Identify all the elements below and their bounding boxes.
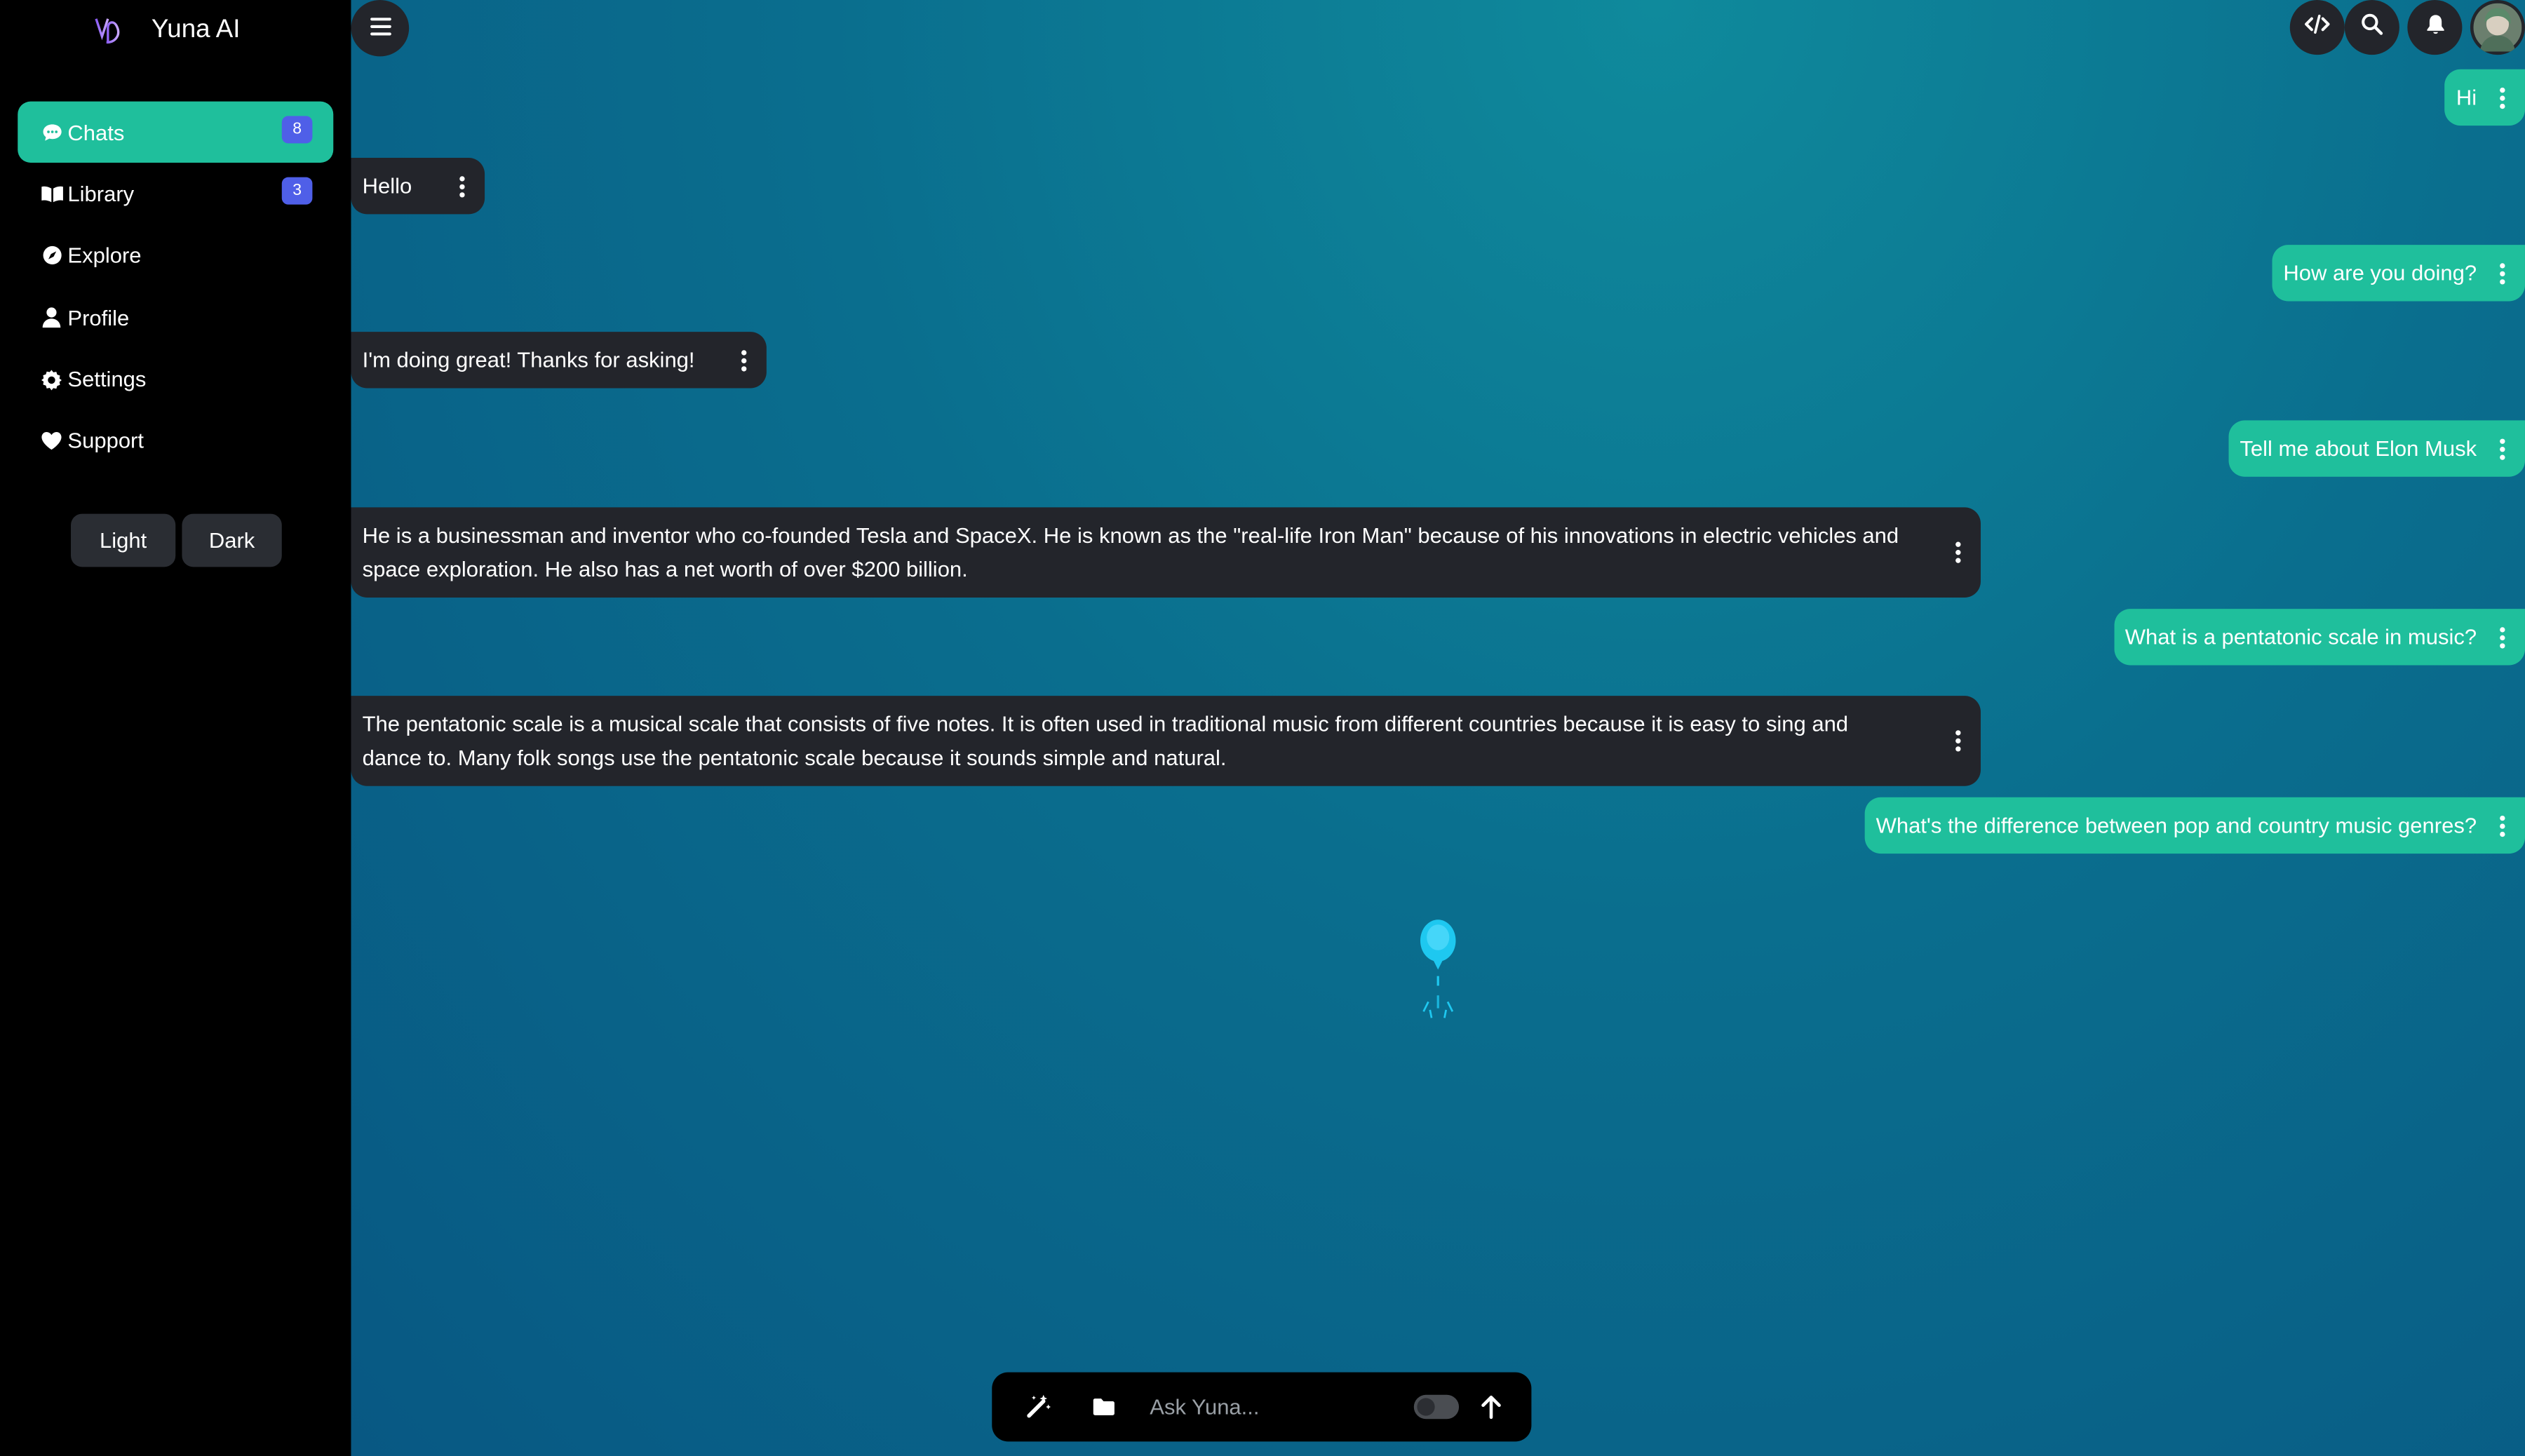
- user-message: What's the difference between pop and co…: [1864, 797, 2525, 854]
- more-options-icon[interactable]: [2499, 262, 2505, 284]
- sidebar-item-label: Support: [67, 429, 144, 454]
- message-text: What's the difference between pop and co…: [1876, 813, 2477, 838]
- dark-theme-button[interactable]: Dark: [182, 513, 282, 567]
- sidebar-item-profile[interactable]: Profile: [18, 287, 333, 348]
- more-options-icon[interactable]: [1955, 729, 1961, 752]
- yuna-logo-icon: [95, 18, 120, 44]
- hamburger-icon: [369, 14, 391, 43]
- message-text: How are you doing?: [2283, 261, 2477, 285]
- user-message: Hi: [2444, 69, 2525, 126]
- sidebar-nav: Chats 8 Library 3 Explore Profile Settin…: [18, 101, 334, 473]
- library-count-badge: 3: [281, 177, 313, 205]
- more-options-icon[interactable]: [2499, 437, 2505, 459]
- more-options-icon[interactable]: [459, 175, 465, 197]
- chats-count-badge: 8: [281, 116, 313, 144]
- sidebar-item-label: Chats: [67, 120, 125, 144]
- message-text: He is a businessman and inventor who co-…: [362, 523, 1899, 582]
- message-text: What is a pentatonic scale in music?: [2125, 625, 2477, 649]
- sidebar-item-settings[interactable]: Settings: [18, 349, 333, 410]
- assistant-message: The pentatonic scale is a musical scale …: [351, 696, 1981, 786]
- send-arrow-icon[interactable]: [1476, 1391, 1505, 1420]
- bell-icon: [2424, 12, 2445, 43]
- user-message: Tell me about Elon Musk: [2228, 420, 2525, 477]
- more-options-icon[interactable]: [1955, 541, 1961, 564]
- code-button[interactable]: [2289, 0, 2345, 55]
- avatar[interactable]: [2470, 0, 2525, 55]
- mascot-figure-icon: [1420, 919, 1456, 1018]
- chat-area: Hi Hello How are you doing? I'm doing gr…: [351, 0, 2525, 1456]
- assistant-message: Hello: [351, 158, 485, 215]
- heart-icon: [39, 429, 65, 454]
- user-icon: [39, 304, 65, 330]
- user-message: What is a pentatonic scale in music?: [2113, 609, 2525, 666]
- message-text: I'm doing great! Thanks for asking!: [362, 348, 695, 372]
- sidebar-item-explore[interactable]: Explore: [18, 225, 333, 286]
- chat-input-bar: [992, 1372, 1532, 1442]
- chat-icon: [39, 119, 65, 145]
- search-button[interactable]: [2344, 0, 2399, 55]
- sidebar: Yuna AI Chats 8 Library 3 Explore Profil…: [0, 0, 351, 1456]
- sidebar-item-support[interactable]: Support: [18, 410, 333, 471]
- brand[interactable]: Yuna AI: [90, 10, 241, 52]
- assistant-message: I'm doing great! Thanks for asking!: [351, 332, 767, 389]
- sidebar-item-label: Profile: [67, 305, 130, 330]
- message-text: The pentatonic scale is a musical scale …: [362, 712, 1849, 770]
- code-icon: [2304, 13, 2330, 41]
- theme-switcher: Light Dark: [71, 513, 282, 567]
- app-title: Yuna AI: [151, 15, 241, 44]
- sidebar-item-chats[interactable]: Chats 8: [18, 101, 334, 163]
- message-text: Tell me about Elon Musk: [2240, 436, 2477, 461]
- message-text: Hello: [362, 174, 412, 198]
- menu-toggle-button[interactable]: [351, 0, 410, 57]
- notifications-button[interactable]: [2407, 0, 2463, 55]
- assistant-message: He is a businessman and inventor who co-…: [351, 507, 1981, 598]
- magic-wand-icon[interactable]: [1024, 1391, 1053, 1420]
- avatar-image-icon: [2473, 3, 2522, 52]
- compass-icon: [39, 243, 65, 269]
- message-text: Hi: [2456, 85, 2477, 110]
- mode-toggle[interactable]: [1413, 1394, 1460, 1420]
- more-options-icon[interactable]: [2499, 86, 2505, 109]
- sidebar-item-label: Library: [67, 182, 135, 206]
- gear-icon: [39, 367, 65, 393]
- sidebar-item-label: Settings: [67, 367, 147, 392]
- sidebar-item-library[interactable]: Library 3: [18, 163, 333, 224]
- more-options-icon[interactable]: [741, 349, 748, 371]
- book-icon: [39, 181, 65, 207]
- light-theme-button[interactable]: Light: [71, 513, 176, 567]
- sidebar-item-label: Explore: [67, 243, 142, 268]
- user-message: How are you doing?: [2272, 245, 2525, 302]
- more-options-icon[interactable]: [2499, 814, 2505, 837]
- more-options-icon[interactable]: [2499, 626, 2505, 648]
- ask-input[interactable]: [1150, 1388, 1392, 1424]
- folder-icon[interactable]: [1089, 1391, 1117, 1420]
- search-icon: [2361, 12, 2383, 43]
